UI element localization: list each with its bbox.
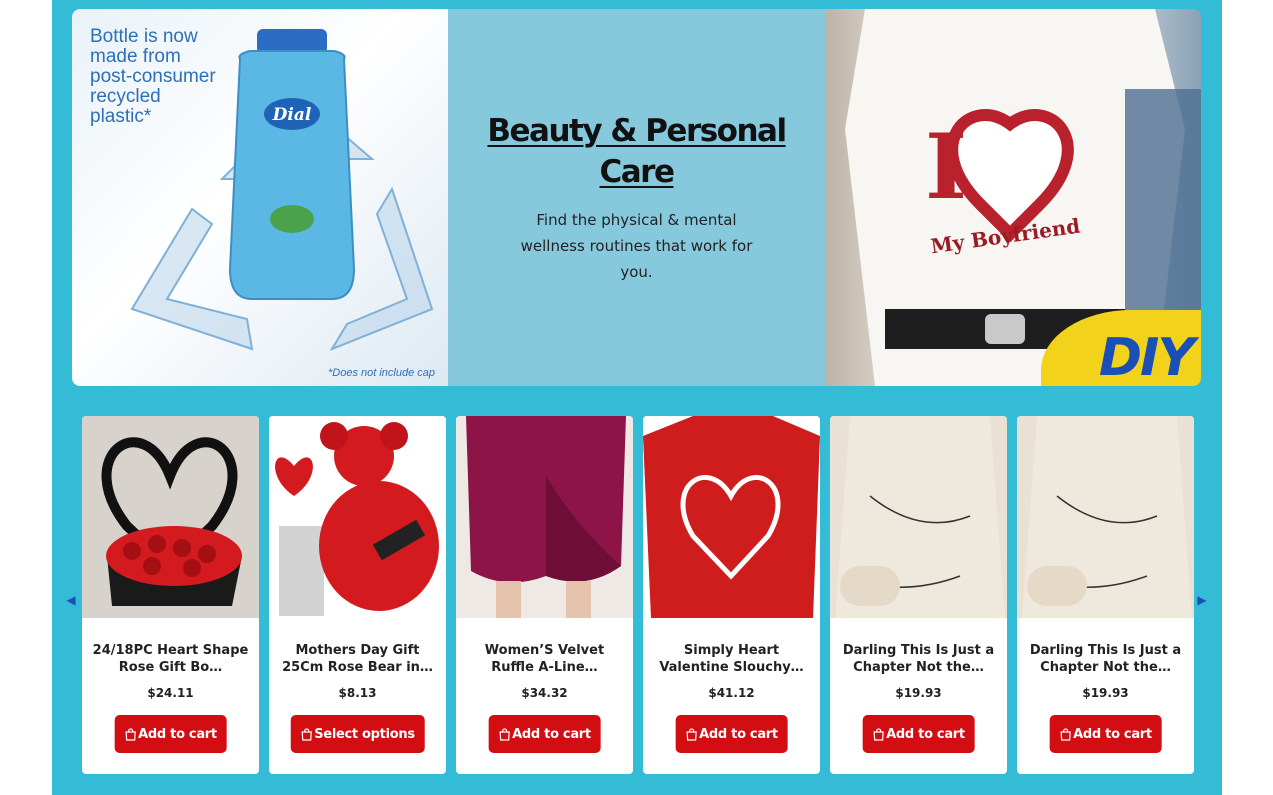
shopping-bag-icon xyxy=(686,727,697,741)
product-card[interactable]: Darling This Is Just a Chapter Not the… … xyxy=(1017,416,1194,774)
product-price: $24.11 xyxy=(147,686,194,700)
recycle-claim-text: Bottle is now made from post-consumer re… xyxy=(90,26,216,127)
hero-description: Find the physical & mental wellness rout… xyxy=(520,210,753,281)
hero-banner: Dial Bottle is now made from post-consum… xyxy=(72,9,1201,386)
product-title[interactable]: Mothers Day Gift 25Cm Rose Bear in… xyxy=(279,642,436,676)
product-price: $34.32 xyxy=(521,686,568,700)
product-price: $19.93 xyxy=(1082,686,1129,700)
product-image-heart-sweater[interactable] xyxy=(643,416,820,618)
add-to-cart-button[interactable]: Add to cart xyxy=(862,715,975,753)
product-image-rose-box[interactable] xyxy=(82,416,259,618)
page-section: Dial Bottle is now made from post-consum… xyxy=(52,0,1222,795)
shirt-letter-i: I xyxy=(925,114,968,220)
product-card[interactable]: Darling This Is Just a Chapter Not the… … xyxy=(830,416,1007,774)
product-card[interactable]: Simply Heart Valentine Slouchy… $41.12 A… xyxy=(643,416,820,774)
chevron-right-icon[interactable]: ▶ xyxy=(1195,592,1209,608)
dial-bottle-image[interactable]: Dial Bottle is now made from post-consum… xyxy=(72,9,448,386)
chevron-left-icon[interactable]: ◀ xyxy=(64,592,78,608)
product-image-darling-sweatshirt-2[interactable] xyxy=(1017,416,1194,618)
add-to-cart-button[interactable]: Add to cart xyxy=(1049,715,1162,753)
product-card[interactable]: Women’S Velvet Ruffle A-Line… $34.32 Add… xyxy=(456,416,633,774)
product-image-darling-sweatshirt[interactable] xyxy=(830,416,1007,618)
shopping-bag-icon xyxy=(499,727,510,741)
tshirt-image[interactable]: I My Boyfriend DIY xyxy=(825,9,1201,386)
product-title[interactable]: 24/18PC Heart Shape Rose Gift Bo… xyxy=(92,642,249,676)
product-image-velvet-dress[interactable] xyxy=(456,416,633,618)
cap-note: *Does not include cap xyxy=(328,367,436,379)
add-to-cart-button[interactable]: Add to cart xyxy=(675,715,788,753)
product-title[interactable]: Darling This Is Just a Chapter Not the… xyxy=(1027,642,1184,676)
svg-text:Dial: Dial xyxy=(272,105,312,125)
product-card[interactable]: Mothers Day Gift 25Cm Rose Bear in… $8.1… xyxy=(269,416,446,774)
product-image-rose-bear[interactable] xyxy=(269,416,446,618)
add-to-cart-button[interactable]: Add to cart xyxy=(488,715,601,753)
shopping-bag-icon xyxy=(125,727,136,741)
hero-title-link[interactable]: Beauty & Personal Care xyxy=(468,111,805,193)
add-to-cart-button[interactable]: Add to cart xyxy=(114,715,227,753)
product-price: $19.93 xyxy=(895,686,942,700)
product-price: $41.12 xyxy=(708,686,755,700)
shopping-bag-icon xyxy=(873,727,884,741)
select-options-button[interactable]: Select options xyxy=(290,715,425,753)
product-price: $8.13 xyxy=(338,686,377,700)
shopping-bag-icon xyxy=(301,727,312,741)
product-title[interactable]: Simply Heart Valentine Slouchy… xyxy=(653,642,810,676)
product-carousel: 24/18PC Heart Shape Rose Gift Bo… $24.11… xyxy=(82,416,1194,774)
hero-text-panel: Beauty & Personal Care Find the physical… xyxy=(448,9,825,386)
product-card[interactable]: 24/18PC Heart Shape Rose Gift Bo… $24.11… xyxy=(82,416,259,774)
shopping-bag-icon xyxy=(1060,727,1071,741)
product-title[interactable]: Darling This Is Just a Chapter Not the… xyxy=(840,642,997,676)
product-title[interactable]: Women’S Velvet Ruffle A-Line… xyxy=(466,642,623,676)
